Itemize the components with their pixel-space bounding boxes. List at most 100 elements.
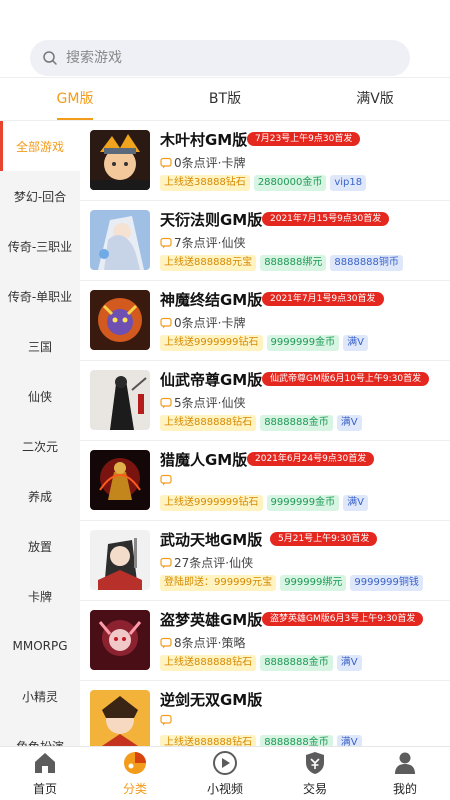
bottom-nav: 首页 分类 小视频 交易 我的 — [0, 746, 450, 800]
nav-home-label: 首页 — [32, 782, 57, 796]
nav-trade-label: 交易 — [302, 782, 327, 796]
game-meta: 27条点评·仙侠 — [160, 554, 253, 571]
game-item[interactable]: 逆剑无双GM版 上线送888888钻石 8888888金币 满V — [80, 681, 450, 746]
home-icon — [35, 753, 55, 773]
nav-category[interactable]: 分类 — [90, 747, 180, 800]
tag-gold: 2880000金币 — [253, 175, 327, 191]
tag-bonus: 上线送9999999钻石 — [160, 495, 263, 511]
tag-bonus: 上线送9999999钻石 — [160, 335, 263, 351]
release-date-badge: 2021年7月1号9点30首发 — [262, 292, 384, 306]
release-date-badge: 仙武帝尊GM版6月10号上午9:30首发 — [262, 372, 430, 386]
game-tags: 上线送888888钻石 8888888金币 满V — [160, 655, 362, 671]
game-meta: 8条点评·策略 — [160, 634, 245, 651]
tag-bonus: 上线送888888钻石 — [160, 655, 257, 671]
game-meta: 0条点评·卡牌 — [160, 154, 245, 171]
game-tags: 上线送888888钻石 8888888金币 满V — [160, 415, 362, 431]
nav-home[interactable]: 首页 — [0, 747, 90, 800]
tag-bonus: 上线送888888元宝 — [160, 255, 257, 271]
game-meta-text: 27条点评·仙侠 — [174, 556, 254, 570]
comment-icon — [160, 557, 172, 568]
search-box[interactable] — [30, 40, 410, 76]
sidebar-item-chuanqi-1[interactable]: 传奇-单职业 — [0, 271, 80, 321]
game-meta-text: 8条点评·策略 — [174, 636, 246, 650]
search-input[interactable] — [66, 50, 386, 66]
comment-icon — [160, 317, 172, 328]
tag-bonus: 上线送38888钻石 — [160, 175, 250, 191]
comment-icon — [160, 157, 172, 168]
game-item[interactable]: 武动天地GM版 5月21号上午9:30首发 27条点评·仙侠 登陆即送：9999… — [80, 521, 450, 601]
sidebar-item-idle[interactable]: 放置 — [0, 521, 80, 571]
tag-bonus: 上线送888888钻石 — [160, 735, 257, 746]
game-meta-text: 5条点评·仙侠 — [174, 396, 246, 410]
sidebar-item-acg[interactable]: 二次元 — [0, 421, 80, 471]
category-sidebar: 全部游戏 梦幻-回合 传奇-三职业 传奇-单职业 三国 仙侠 二次元 养成 放置… — [0, 121, 80, 746]
game-title: 武动天地GM版 — [160, 531, 263, 549]
game-meta: 0条点评·卡牌 — [160, 314, 245, 331]
game-item[interactable]: 木叶村GM版 7月23号上午9点30首发 0条点评·卡牌 上线送38888钻石 … — [80, 121, 450, 201]
game-meta-text: 0条点评·卡牌 — [174, 316, 246, 330]
game-title: 木叶村GM版 — [160, 131, 248, 149]
game-tags: 上线送888888元宝 888888绑元 8888888铜币 — [160, 255, 403, 271]
tag-gold: 8888888金币 — [260, 735, 333, 746]
sidebar-item-mmorpg[interactable]: MMORPG — [0, 621, 80, 671]
sidebar-item-chuanqi-3[interactable]: 传奇-三职业 — [0, 221, 80, 271]
game-tags: 上线送888888钻石 8888888金币 满V — [160, 735, 362, 746]
nav-video-label: 小视频 — [206, 782, 243, 796]
game-title: 猎魔人GM版 — [160, 451, 248, 469]
release-date-badge: 2021年7月15号9点30首发 — [262, 212, 390, 226]
comment-icon — [160, 714, 172, 726]
game-item[interactable]: 神魔终结GM版 2021年7月1号9点30首发 0条点评·卡牌 上线送99999… — [80, 281, 450, 361]
nav-trade[interactable]: 交易 — [270, 747, 360, 800]
game-cover — [90, 290, 150, 350]
user-icon — [395, 752, 415, 774]
tag-bonus: 登陆即送：999999元宝 — [160, 575, 277, 591]
nav-mine-label: 我的 — [392, 782, 417, 796]
tag-vip: 满V — [336, 735, 362, 746]
sidebar-item-yangcheng[interactable]: 养成 — [0, 471, 80, 521]
game-title: 天衍法则GM版 — [160, 211, 263, 229]
nav-video[interactable]: 小视频 — [180, 747, 270, 800]
game-title: 仙武帝尊GM版 — [160, 371, 263, 389]
sidebar-item-sanguo[interactable]: 三国 — [0, 321, 80, 371]
game-item[interactable]: 仙武帝尊GM版 仙武帝尊GM版6月10号上午9:30首发 5条点评·仙侠 上线送… — [80, 361, 450, 441]
game-item[interactable]: 盗梦英雄GM版 盗梦英雄GM版6月3号上午9:30首发 8条点评·策略 上线送8… — [80, 601, 450, 681]
sidebar-item-all[interactable]: 全部游戏 — [0, 121, 80, 171]
game-cover — [90, 210, 150, 270]
tag-bonus: 上线送888888钻石 — [160, 415, 257, 431]
game-tags: 上线送9999999钻石 9999999金币 满V — [160, 495, 368, 511]
tab-gm[interactable]: GM版 — [0, 79, 150, 120]
nav-mine[interactable]: 我的 — [360, 747, 450, 800]
sidebar-item-menghuan[interactable]: 梦幻-回合 — [0, 171, 80, 221]
game-item[interactable]: 猎魔人GM版 2021年6月24号9点30首发 上线送9999999钻石 999… — [80, 441, 450, 521]
game-cover — [90, 530, 150, 590]
game-meta — [160, 714, 174, 726]
game-meta — [160, 474, 174, 486]
game-meta: 5条点评·仙侠 — [160, 394, 245, 411]
game-cover — [90, 130, 150, 190]
game-title: 神魔终结GM版 — [160, 291, 263, 309]
app-root: GM版 BT版 满V版 全部游戏 梦幻-回合 传奇-三职业 传奇-单职业 三国 … — [0, 0, 450, 800]
tag-vip: 8888888铜币 — [330, 255, 403, 271]
game-item[interactable]: 天衍法则GM版 2021年7月15号9点30首发 7条点评·仙侠 上线送8888… — [80, 201, 450, 281]
sidebar-item-elf[interactable]: 小精灵 — [0, 671, 80, 721]
tag-gold: 999999绑元 — [280, 575, 347, 591]
game-meta-text: 0条点评·卡牌 — [174, 156, 246, 170]
tab-bt[interactable]: BT版 — [150, 79, 300, 120]
tag-vip: 满V — [336, 415, 362, 431]
tag-vip: 满V — [343, 335, 368, 351]
comment-icon — [160, 237, 172, 248]
sidebar-item-rpg[interactable]: 角色扮演 — [0, 721, 80, 747]
tag-gold: 9999999金币 — [266, 495, 340, 511]
tag-vip: vip18 — [330, 175, 367, 191]
nav-category-label: 分类 — [122, 782, 147, 796]
game-meta-text: 7条点评·仙侠 — [174, 236, 246, 250]
sidebar-item-card[interactable]: 卡牌 — [0, 571, 80, 621]
tab-full-v[interactable]: 满V版 — [300, 79, 450, 120]
tag-gold: 9999999金币 — [266, 335, 340, 351]
game-tags: 上线送38888钻石 2880000金币 vip18 — [160, 175, 367, 191]
tag-vip: 9999999铜钱 — [350, 575, 423, 591]
release-date-badge: 5月21号上午9:30首发 — [270, 532, 378, 546]
comment-icon — [160, 397, 172, 408]
game-meta: 7条点评·仙侠 — [160, 234, 245, 251]
sidebar-item-xianxia[interactable]: 仙侠 — [0, 371, 80, 421]
